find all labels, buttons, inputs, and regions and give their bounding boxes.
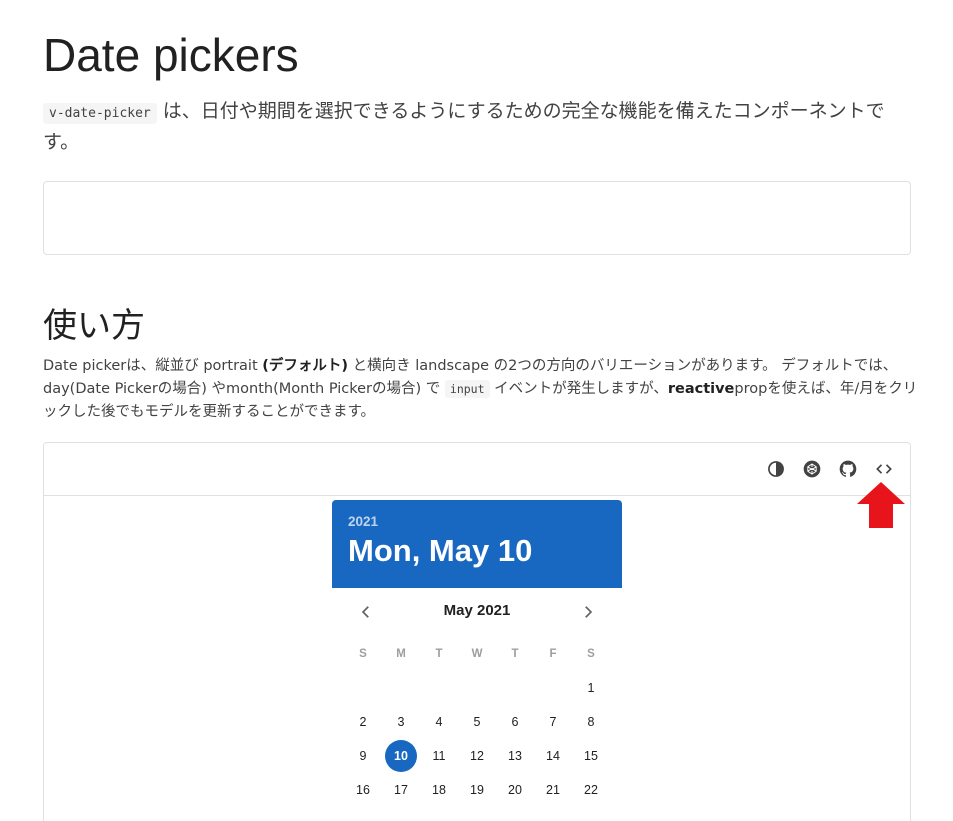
- day-button[interactable]: 1: [572, 671, 610, 705]
- invert-colors-icon[interactable]: [765, 458, 787, 480]
- day-label: 1: [587, 681, 595, 695]
- day-button[interactable]: 15: [572, 739, 610, 773]
- day-button[interactable]: 19: [458, 773, 496, 807]
- day-label: 19: [470, 783, 484, 797]
- day-button[interactable]: 18: [420, 773, 458, 807]
- usage-text-3: イベントが発生しますが、: [489, 381, 668, 397]
- red-arrow-icon: [857, 482, 905, 528]
- day-label: 16: [356, 783, 370, 797]
- selected-day-button[interactable]: 10: [382, 739, 420, 773]
- empty-panel: [43, 181, 911, 255]
- day-button[interactable]: 21: [534, 773, 572, 807]
- day-label: 4: [435, 715, 443, 729]
- weekday-header: SMTWTFS: [344, 648, 610, 660]
- example-toolbar: [44, 443, 910, 496]
- day-label: 15: [584, 749, 598, 763]
- weekday-label: T: [435, 648, 443, 660]
- calendar-week: 16 17 18 19 20 21 22: [344, 773, 610, 807]
- picker-year[interactable]: 2021: [348, 514, 606, 529]
- day-label: 6: [511, 715, 519, 729]
- day-button[interactable]: 13: [496, 739, 534, 773]
- day-button[interactable]: 7: [534, 705, 572, 739]
- calendar-week: 9 10 11 12 13 14 15: [344, 739, 610, 773]
- day-label: 2: [359, 715, 367, 729]
- usage-text-1: Date pickerは、縦並び portrait: [43, 358, 263, 374]
- day-label: 22: [584, 783, 598, 797]
- weekday-label: F: [549, 648, 557, 660]
- day-button[interactable]: 9: [344, 739, 382, 773]
- chevron-right-icon: [585, 606, 593, 618]
- empty-day-cell: [496, 671, 534, 705]
- empty-day-cell: [534, 671, 572, 705]
- github-icon[interactable]: [837, 458, 859, 480]
- next-month-button[interactable]: [576, 600, 600, 624]
- day-label: 10: [385, 740, 417, 772]
- day-button[interactable]: 16: [344, 773, 382, 807]
- day-label: 17: [394, 783, 408, 797]
- picker-selected-date[interactable]: Mon, May 10: [348, 533, 606, 569]
- weekday-label: T: [511, 648, 519, 660]
- picker-header: 2021 Mon, May 10: [332, 500, 622, 588]
- calendar-week: 1: [344, 671, 610, 705]
- usage-bold-reactive: reactive: [667, 381, 735, 397]
- day-label: 11: [432, 749, 446, 763]
- intro-text: は、日付や期間を選択できるようにするための完全な機能を備えたコンポーネントです。: [43, 100, 885, 153]
- codepen-icon[interactable]: [801, 458, 823, 480]
- code-icon[interactable]: [873, 458, 895, 480]
- empty-day-cell: [458, 671, 496, 705]
- day-button[interactable]: 17: [382, 773, 420, 807]
- day-button[interactable]: 8: [572, 705, 610, 739]
- day-label: 18: [432, 783, 446, 797]
- input-event-code: input: [444, 380, 490, 398]
- day-label: 8: [587, 715, 595, 729]
- usage-description: Date pickerは、縦並び portrait (デフォルト) と横向き l…: [43, 355, 918, 424]
- day-button[interactable]: 5: [458, 705, 496, 739]
- calendar-week: 2 3 4 5 6 7 8: [344, 705, 610, 739]
- empty-day-cell: [382, 671, 420, 705]
- component-code: v-date-picker: [43, 103, 157, 124]
- day-button[interactable]: 4: [420, 705, 458, 739]
- day-label: 3: [397, 715, 405, 729]
- day-label: 5: [473, 715, 481, 729]
- weekday-label: M: [396, 648, 406, 660]
- day-grid: 1 2 3 4 5 6 7 8 9 10 11 12 13 14 15 16 17 18 19 20 21 22: [344, 671, 610, 807]
- day-button[interactable]: 6: [496, 705, 534, 739]
- weekday-label: S: [587, 648, 595, 660]
- day-label: 14: [546, 749, 560, 763]
- date-picker: 2021 Mon, May 10 May 2021 SMTWTFS 123456…: [332, 500, 622, 821]
- day-label: 7: [549, 715, 557, 729]
- day-label: 9: [359, 749, 367, 763]
- day-label: 12: [470, 749, 484, 763]
- day-label: 21: [546, 783, 560, 797]
- day-button[interactable]: 11: [420, 739, 458, 773]
- day-label: 13: [508, 749, 522, 763]
- day-button[interactable]: 12: [458, 739, 496, 773]
- day-button[interactable]: 22: [572, 773, 610, 807]
- usage-bold-default: (デフォルト): [262, 358, 348, 374]
- day-button[interactable]: 2: [344, 705, 382, 739]
- intro-paragraph: v-date-picker は、日付や期間を選択できるようにするための完全な機能…: [43, 97, 913, 157]
- day-button[interactable]: 3: [382, 705, 420, 739]
- day-label: 20: [508, 783, 522, 797]
- usage-heading: 使い方: [43, 306, 145, 346]
- day-button[interactable]: 20: [496, 773, 534, 807]
- month-navigation: May 2021: [332, 588, 622, 636]
- page-title: Date pickers: [43, 29, 299, 81]
- weekday-label: S: [359, 648, 367, 660]
- empty-day-cell: [344, 671, 382, 705]
- weekday-label: W: [471, 648, 483, 660]
- day-button[interactable]: 14: [534, 739, 572, 773]
- empty-day-cell: [420, 671, 458, 705]
